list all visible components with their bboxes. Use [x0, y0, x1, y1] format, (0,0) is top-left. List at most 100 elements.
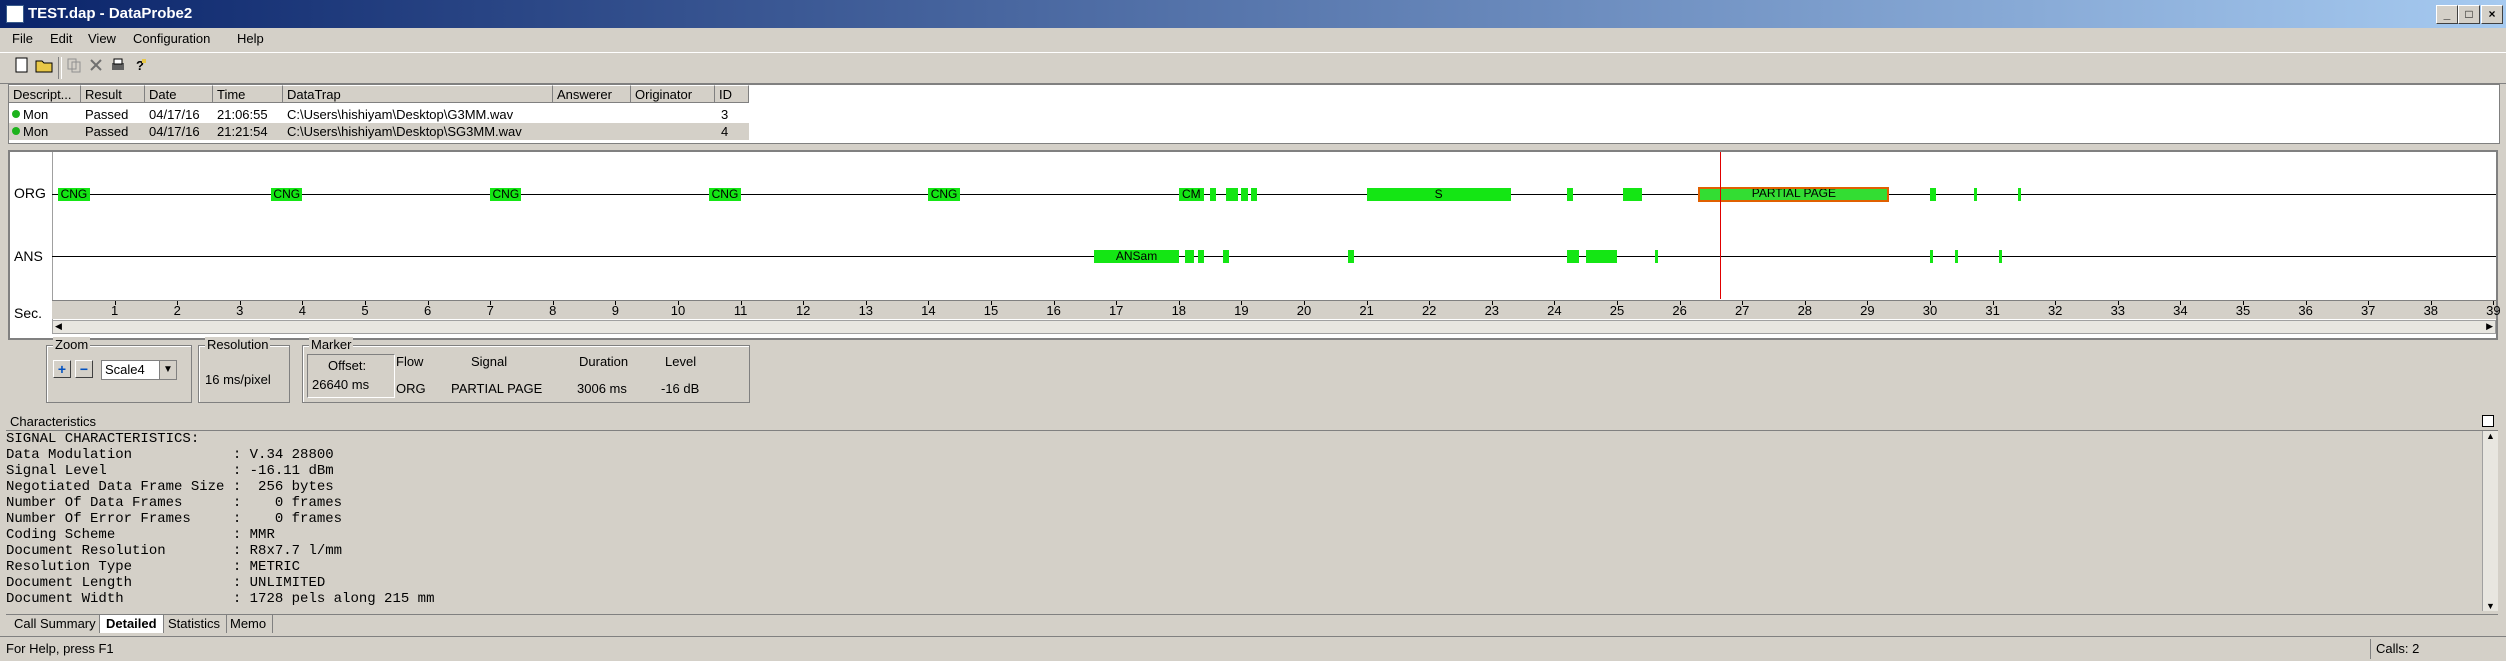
characteristics-line: Resolution Type : METRIC [6, 559, 301, 575]
resolution-value: 16 ms/pixel [205, 372, 271, 387]
ans-signal-segment[interactable] [1185, 250, 1195, 263]
cell-datatrap: C:\Users\hishiyam\Desktop\G3MM.wav [287, 107, 514, 122]
close-button[interactable]: × [2481, 5, 2503, 24]
zoom-in-button[interactable]: + [53, 360, 71, 378]
characteristics-line: Document Resolution : R8x7.7 l/mm [6, 543, 343, 559]
column-header-date[interactable]: Date [145, 85, 213, 103]
axis-tick-label: 14 [921, 303, 936, 318]
maximize-pane-icon[interactable] [2482, 415, 2494, 427]
axis-tick-label: 32 [2047, 303, 2063, 318]
cell-description: Mon [23, 107, 49, 122]
axis-tick-label: 17 [1108, 303, 1124, 318]
cell-datatrap: C:\Users\hishiyam\Desktop\SG3MM.wav [287, 124, 522, 139]
axis-tick-label: 8 [549, 303, 557, 318]
ans-signal-segment[interactable] [1998, 250, 2002, 263]
scroll-down-icon[interactable]: ▼ [2486, 601, 2495, 611]
open-folder-icon[interactable] [34, 57, 54, 77]
characteristics-title: Characteristics [10, 414, 96, 429]
ans-signal-segment[interactable] [1585, 250, 1617, 263]
menu-file[interactable]: File [12, 31, 33, 46]
ans-signal-segment[interactable] [1654, 250, 1658, 263]
cell-description: Mon [23, 124, 49, 139]
marker-header-flow: Flow [396, 354, 424, 369]
column-header-id[interactable]: ID [715, 85, 749, 103]
axis-tick-label: 24 [1547, 303, 1562, 318]
timeline-horizontal-scrollbar[interactable]: ◀ ▶ [52, 320, 2496, 334]
characteristics-header: Characteristics [6, 414, 2498, 431]
resolution-group: Resolution 16 ms/pixel [198, 337, 290, 403]
axis-tick-label: 21 [1359, 303, 1374, 318]
cell-date: 04/17/16 [149, 107, 200, 122]
column-header-result[interactable]: Result [81, 85, 145, 103]
marker-title: Marker [309, 337, 354, 352]
offset-value: 26640 ms [312, 377, 370, 392]
seconds-axis: 1 2 3 4 5 6 7 8 9 10 11 12 13 14 15 16 17 18 19 20 21 22 23 24 2… [52, 300, 2501, 319]
ans-signal-segment[interactable] [1347, 250, 1355, 263]
column-header-originator[interactable]: Originator [631, 85, 715, 103]
axis-tick-label: 27 [1734, 303, 1750, 318]
axis-tick-label: 3 [236, 303, 244, 318]
characteristics-line: Document Width : 1728 pels along 215 mm [6, 591, 435, 607]
signal-timeline[interactable]: ORG ANS Sec. CNG CNG CNG CNG CNG CM S PARTIAL P… [8, 150, 2501, 340]
table-row[interactable]: Mon Passed 04/17/16 21:21:54 C:\Users\hi… [9, 123, 749, 140]
characteristics-text[interactable]: SIGNAL CHARACTERISTICS: Data Modulation :… [6, 431, 2480, 611]
menu-help[interactable]: Help [237, 31, 264, 46]
delete-icon[interactable] [86, 57, 106, 77]
axis-tick-label: 5 [361, 303, 369, 318]
axis-tick-label: 33 [2110, 303, 2126, 318]
tab-memo[interactable]: Memo [224, 615, 274, 633]
table-row[interactable]: Mon Passed 04/17/16 21:06:55 C:\Users\hi… [9, 106, 749, 123]
menu-view[interactable]: View [88, 31, 116, 46]
cell-date: 04/17/16 [149, 124, 200, 139]
ans-signal-segment[interactable] [1930, 250, 1934, 263]
axis-tick-label: 6 [423, 303, 432, 318]
menu-configuration[interactable]: Configuration [133, 31, 210, 46]
marker-line[interactable] [1719, 152, 1721, 299]
ans-signal-segment[interactable] [1955, 250, 1959, 263]
menu-edit[interactable]: Edit [50, 31, 72, 46]
axis-tick-label: 2 [173, 303, 181, 318]
print-icon[interactable] [108, 57, 128, 77]
axis-tick-label: 35 [2235, 303, 2251, 318]
copy-icon[interactable] [64, 57, 84, 77]
column-header-description[interactable]: Descript... [9, 85, 81, 103]
characteristics-vertical-scrollbar[interactable]: ▲ ▼ [2482, 431, 2498, 611]
column-header-datatrap[interactable]: DataTrap [283, 85, 553, 103]
new-file-icon[interactable] [12, 57, 32, 77]
offset-label: Offset: [328, 358, 367, 373]
scroll-up-icon[interactable]: ▲ [2486, 431, 2495, 441]
ans-signal-segment[interactable] [1566, 250, 1580, 263]
column-header-answerer[interactable]: Answerer [553, 85, 631, 103]
scroll-right-icon[interactable]: ▶ [2486, 321, 2493, 332]
tab-call-summary[interactable]: Call Summary [8, 615, 103, 633]
status-dot-icon [12, 110, 20, 118]
maximize-button[interactable]: □ [2458, 5, 2480, 24]
help-icon[interactable]: ? [130, 57, 150, 77]
axis-tick-label: 11 [733, 303, 748, 318]
menu-bar: File Edit View Configuration Help [0, 28, 2506, 50]
resolution-title: Resolution [205, 337, 271, 352]
tab-bar: Call Summary Detailed Statistics Memo [6, 614, 2498, 635]
ans-signal-segment[interactable] [1197, 250, 1204, 263]
tab-detailed[interactable]: Detailed [99, 615, 164, 633]
cell-id: 3 [721, 107, 729, 122]
status-dot-icon [12, 127, 20, 135]
axis-tick-label: 4 [298, 303, 306, 318]
ans-signal-segment[interactable] [1222, 250, 1229, 263]
minimize-button[interactable]: _ [2436, 5, 2458, 24]
status-calls: Calls: 2 [2376, 641, 2420, 656]
marker-signal: PARTIAL PAGE [451, 381, 543, 396]
call-list[interactable]: Descript... Result Date Time DataTrap An… [8, 84, 2500, 144]
cell-time: 21:06:55 [217, 107, 268, 122]
axis-tick-label: 39 [2486, 303, 2501, 318]
zoom-out-button[interactable]: − [75, 360, 93, 378]
scale-select[interactable]: Scale4 ▼ [101, 360, 177, 380]
tab-statistics[interactable]: Statistics [162, 615, 228, 633]
chevron-down-icon[interactable]: ▼ [159, 361, 176, 379]
scroll-left-icon[interactable]: ◀ [55, 321, 62, 332]
column-header-time[interactable]: Time [213, 85, 283, 103]
axis-tick-label: 30 [1922, 303, 1938, 318]
marker-flow: ORG [396, 381, 426, 396]
ans-signal-segment[interactable]: ANSam [1094, 250, 1179, 263]
axis-tick-label: 7 [486, 303, 494, 318]
